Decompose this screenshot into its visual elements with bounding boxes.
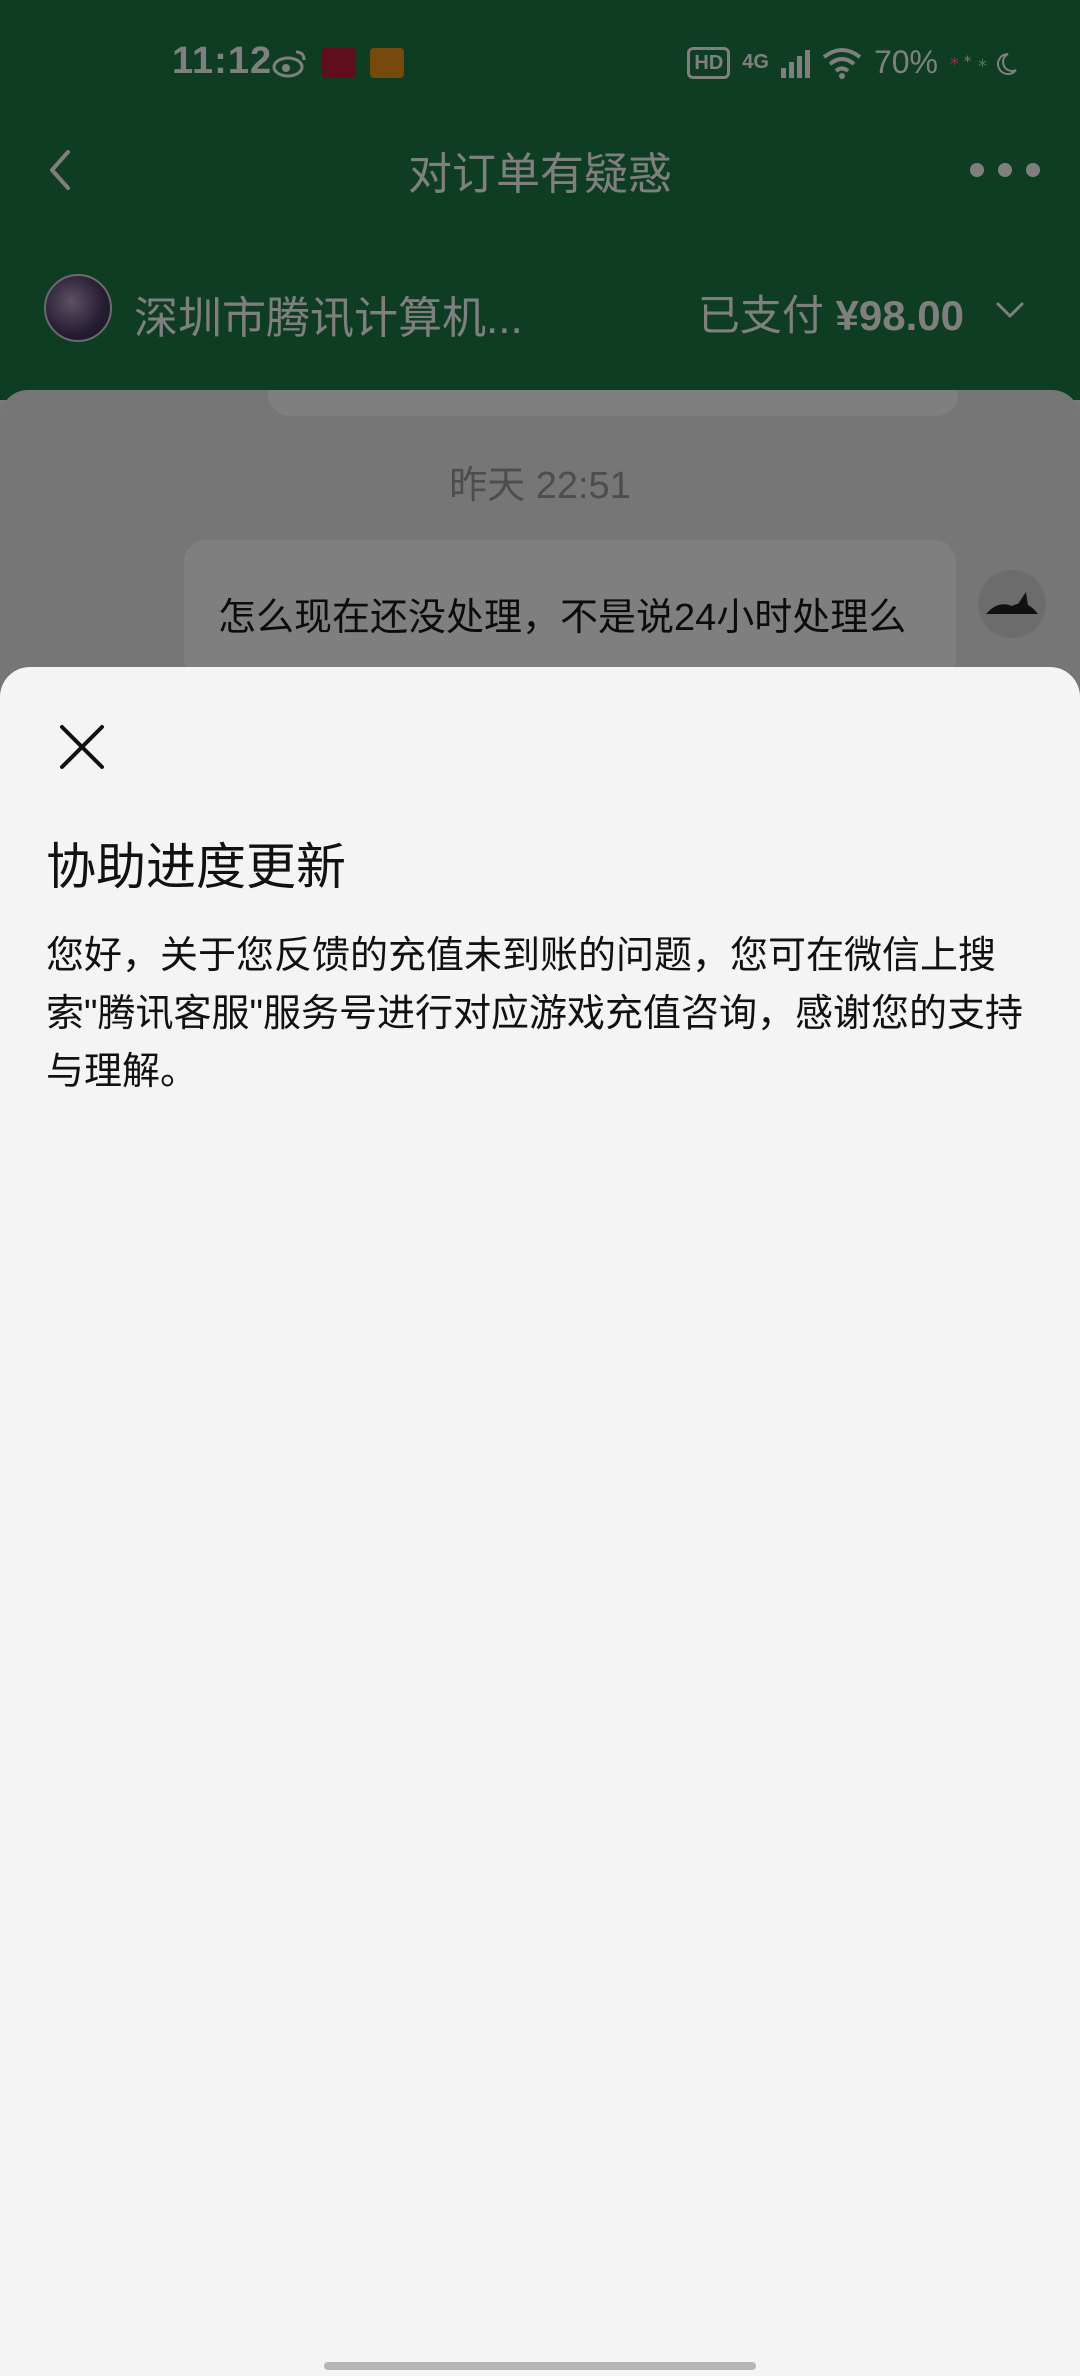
home-indicator[interactable] [324,2362,756,2370]
progress-update-sheet: 协助进度更新 您好，关于您反馈的充值未到账的问题，您可在微信上搜索"腾讯客服"服… [0,667,1080,2376]
screen: 11:12 HD 4G 70% * [0,0,1080,2376]
close-icon[interactable] [50,715,114,779]
sheet-body-text: 您好，关于您反馈的充值未到账的问题，您可在微信上搜索"腾讯客服"服务号进行对应游… [46,935,1023,1093]
sheet-title: 协助进度更新 [46,839,346,895]
